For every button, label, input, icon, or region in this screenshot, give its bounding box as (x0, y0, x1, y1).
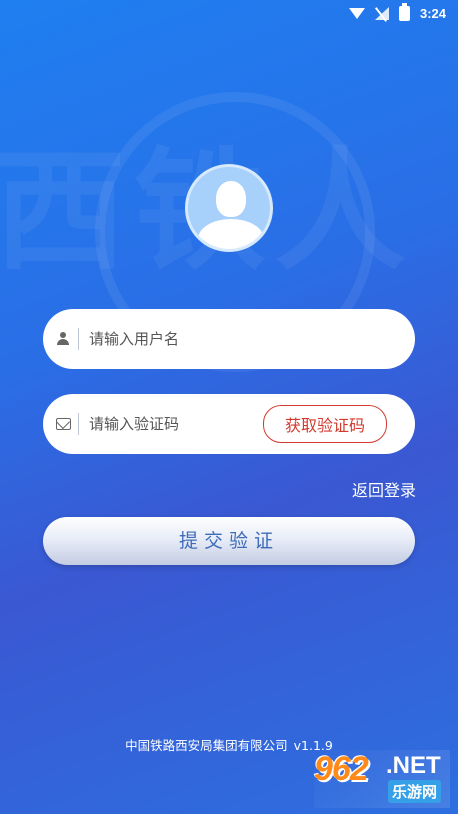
status-bar: 3:24 (0, 0, 458, 26)
username-field (43, 309, 415, 369)
brand-net: .NET (386, 752, 441, 779)
brand-watermark-logo: 962 .NET 乐游网 (314, 750, 450, 808)
back-to-login-link[interactable]: 返回登录 (352, 477, 416, 501)
avatar-head (216, 181, 246, 217)
no-signal-icon (374, 6, 389, 20)
get-code-button[interactable]: 获取验证码 (263, 405, 387, 443)
status-time: 3:24 (419, 5, 446, 21)
avatar-body (198, 219, 264, 249)
login-verify-screen: 西铁人 3:24 获取验证码 返回登录 提交验证 中国铁路西安局集团有限公司v1… (0, 0, 458, 814)
field-divider (78, 328, 79, 350)
brand-subtitle: 乐游网 (388, 780, 442, 803)
user-avatar-icon (185, 164, 273, 252)
verification-code-input[interactable] (87, 414, 263, 434)
username-input[interactable] (87, 329, 415, 349)
battery-icon (398, 2, 410, 21)
brand-number: 962 (314, 750, 369, 788)
person-icon (56, 332, 70, 346)
mail-icon (55, 418, 71, 430)
field-divider (78, 413, 79, 435)
verification-code-field: 获取验证码 (43, 394, 415, 454)
company-name: 中国铁路西安局集团有限公司 (125, 738, 288, 753)
wifi-icon (348, 7, 365, 19)
submit-verification-button[interactable]: 提交验证 (43, 517, 415, 565)
